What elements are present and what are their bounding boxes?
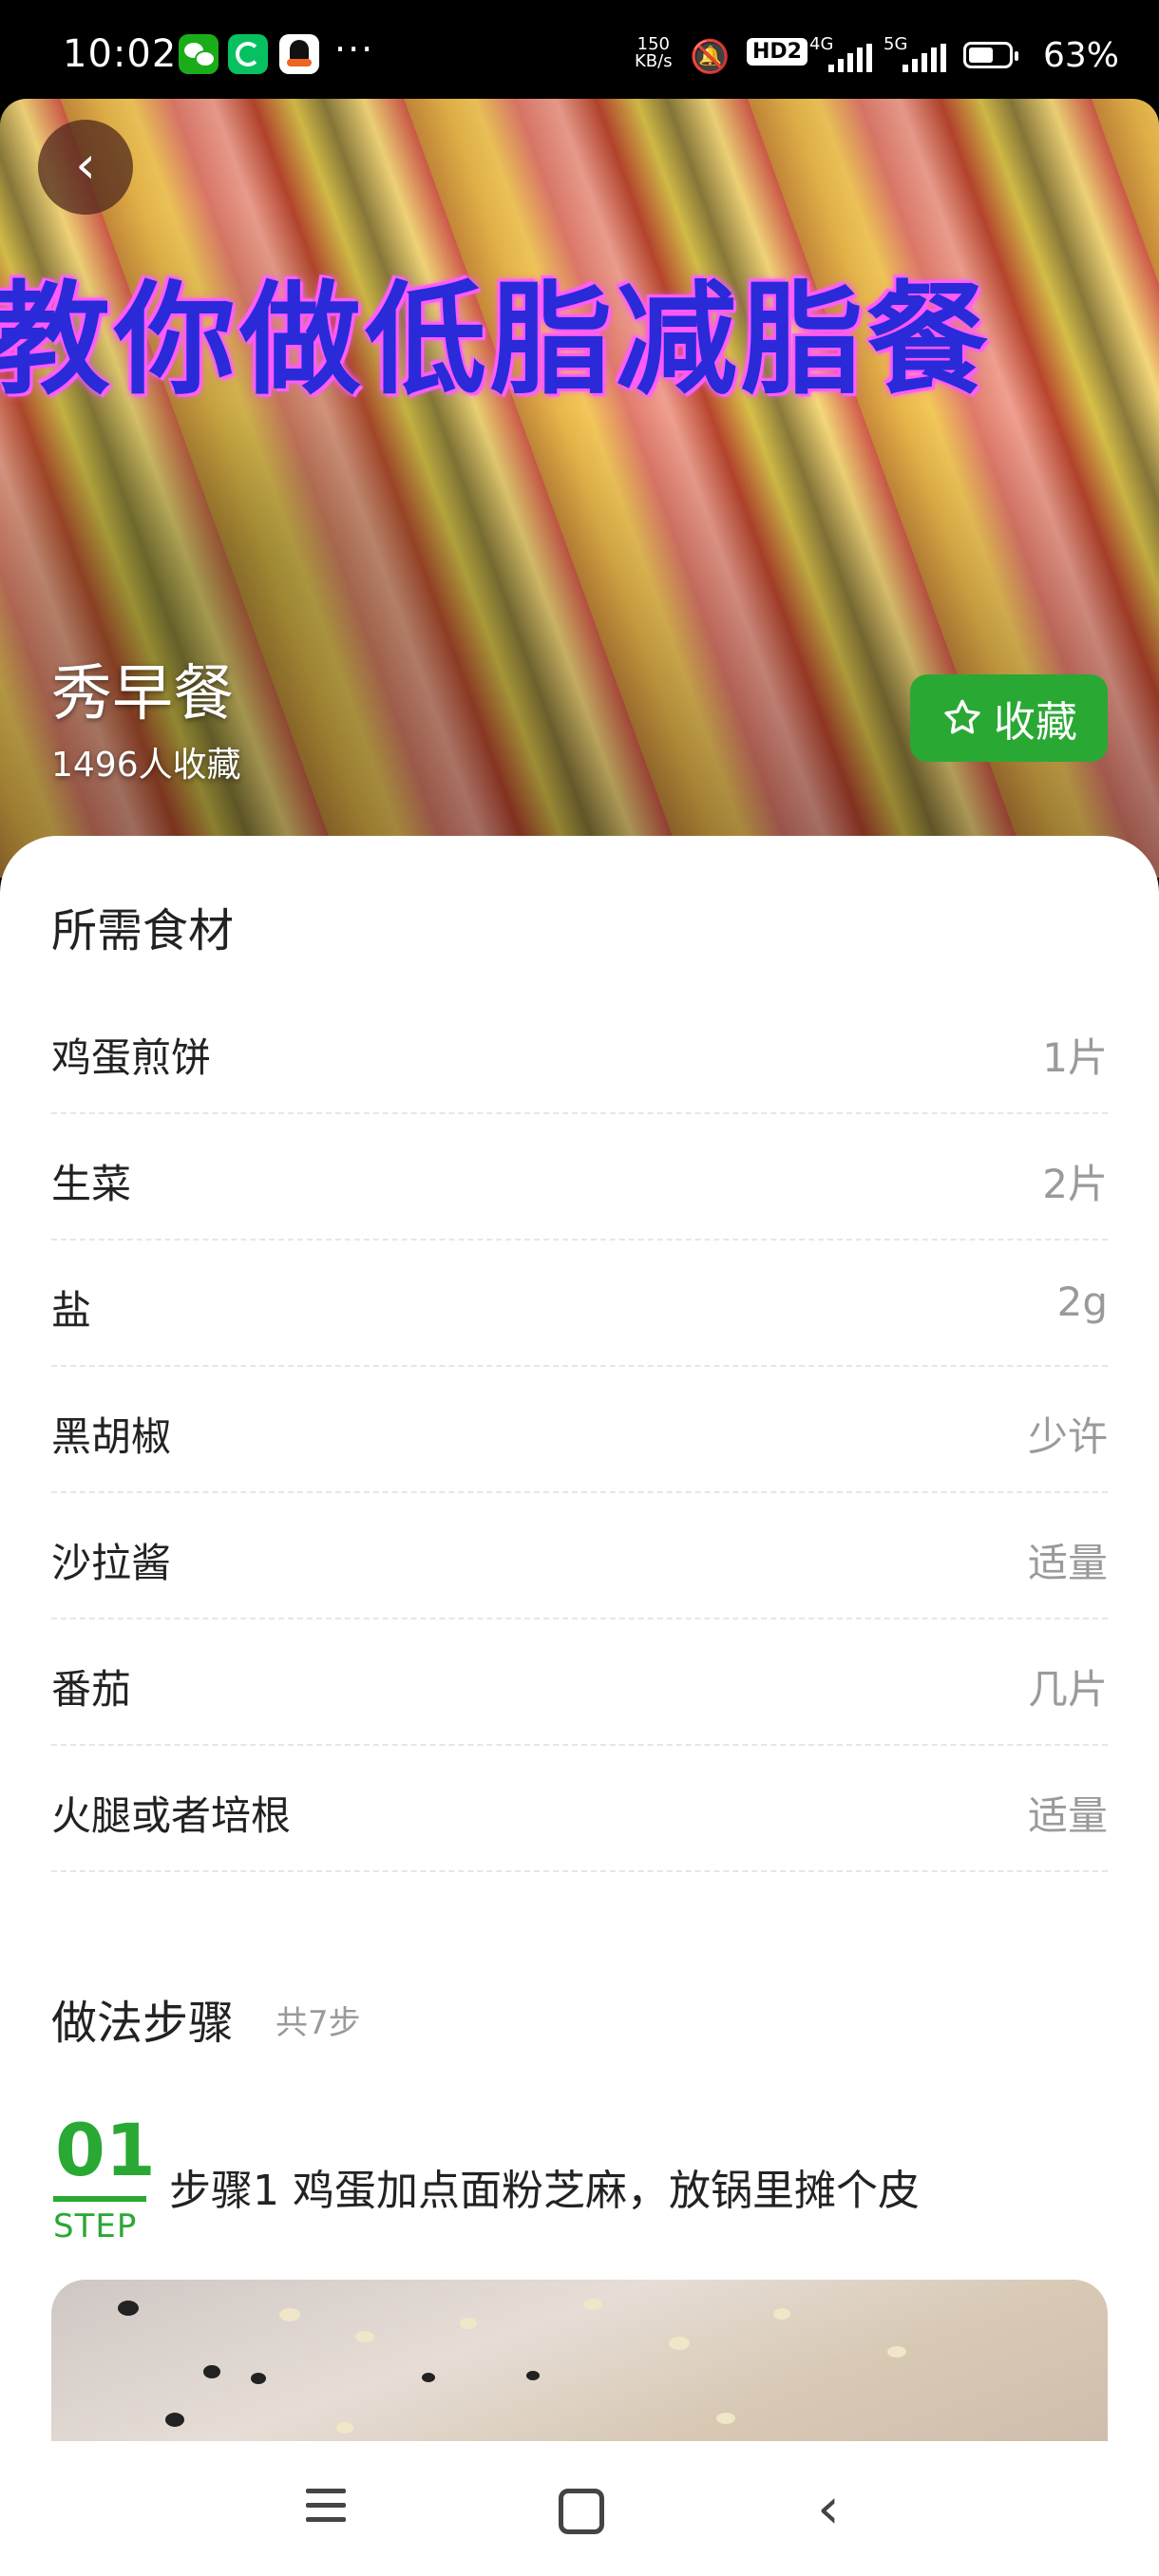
chevron-left-icon: ‹	[75, 135, 96, 195]
app-notification-icon	[228, 34, 268, 74]
ingredient-row: 黑胡椒 少许	[51, 1367, 1108, 1493]
steps-count: 共7步	[276, 2004, 361, 2042]
ingredient-row: 沙拉酱 适量	[51, 1493, 1108, 1619]
ingredient-quantity: 几片	[1027, 1666, 1108, 1713]
ingredients-title: 所需食材	[51, 904, 235, 957]
ingredient-quantity: 1片	[1042, 1034, 1108, 1081]
recipe-content-sheet: 所需食材 鸡蛋煎饼 1片 生菜 2片 盐 2g 黑胡椒 少许 沙拉酱 适量 番茄…	[0, 836, 1159, 2441]
ingredient-name: 火腿或者培根	[51, 1792, 292, 1839]
step-image[interactable]	[51, 2280, 1108, 2441]
home-icon[interactable]	[559, 2489, 604, 2534]
status-bar: 10:02 ··· 150 KB/s 🔕 HD2 4G 5G 63%	[0, 0, 1159, 104]
ingredient-row: 生菜 2片	[51, 1114, 1108, 1241]
back-button[interactable]: ‹	[38, 120, 133, 215]
recipe-hero-image: 教你做低脂减脂餐 ‹ 秀早餐 1496人收藏 收藏	[0, 99, 1159, 878]
ingredient-quantity: 适量	[1027, 1540, 1108, 1586]
battery-icon	[963, 42, 1018, 68]
ingredient-quantity: 2g	[1056, 1279, 1108, 1325]
network-5g-label: 5G	[884, 34, 908, 54]
mute-icon: 🔕	[690, 38, 731, 76]
network-speed-unit: KB/s	[635, 51, 673, 71]
ingredient-name: 番茄	[51, 1666, 132, 1713]
steps-title: 做法步骤	[51, 1997, 235, 2050]
nav-back-icon[interactable]: ‹	[817, 2475, 840, 2542]
ingredient-name: 黑胡椒	[51, 1413, 172, 1460]
ingredient-row: 鸡蛋煎饼 1片	[51, 988, 1108, 1114]
network-4g-label: 4G	[809, 34, 834, 54]
step-number-underline	[53, 2196, 146, 2202]
ingredient-name: 盐	[51, 1287, 92, 1334]
ingredient-name: 沙拉酱	[51, 1540, 172, 1586]
battery-level	[969, 47, 994, 63]
ingredient-quantity: 2片	[1042, 1161, 1108, 1207]
status-time: 10:02	[63, 32, 178, 76]
more-notifications-icon: ···	[334, 28, 375, 70]
hero-banner-text: 教你做低脂减脂餐	[0, 270, 993, 411]
ingredient-quantity: 少许	[1027, 1413, 1108, 1460]
ingredient-row: 番茄 几片	[51, 1619, 1108, 1746]
favorite-button[interactable]: 收藏	[910, 674, 1108, 762]
ingredient-row: 火腿或者培根 适量	[51, 1746, 1108, 1872]
recipe-title: 秀早餐	[51, 659, 234, 729]
hd-voice-badge: HD2	[747, 38, 808, 66]
qq-notification-icon	[279, 34, 319, 74]
system-navigation-bar: ‹	[0, 2441, 1159, 2576]
step-description: 步骤1 鸡蛋加点面粉芝麻，放锅里摊个皮	[169, 2167, 920, 2215]
ingredients-list: 鸡蛋煎饼 1片 生菜 2片 盐 2g 黑胡椒 少许 沙拉酱 适量 番茄 几片 火…	[51, 988, 1108, 1872]
network-speed: 150 KB/s	[635, 36, 673, 70]
battery-percent: 63%	[1043, 36, 1120, 75]
ingredient-name: 生菜	[51, 1161, 132, 1207]
favorites-count: 1496人收藏	[51, 746, 241, 785]
recent-apps-icon[interactable]	[306, 2489, 346, 2531]
step-number: 01	[55, 2108, 156, 2192]
ingredient-row: 盐 2g	[51, 1241, 1108, 1367]
ingredient-name: 鸡蛋煎饼	[51, 1034, 212, 1081]
ingredient-quantity: 适量	[1027, 1792, 1108, 1839]
wechat-notification-icon	[179, 34, 218, 74]
step-label: STEP	[53, 2207, 138, 2245]
star-icon	[944, 699, 980, 734]
favorite-button-label: 收藏	[994, 698, 1077, 747]
